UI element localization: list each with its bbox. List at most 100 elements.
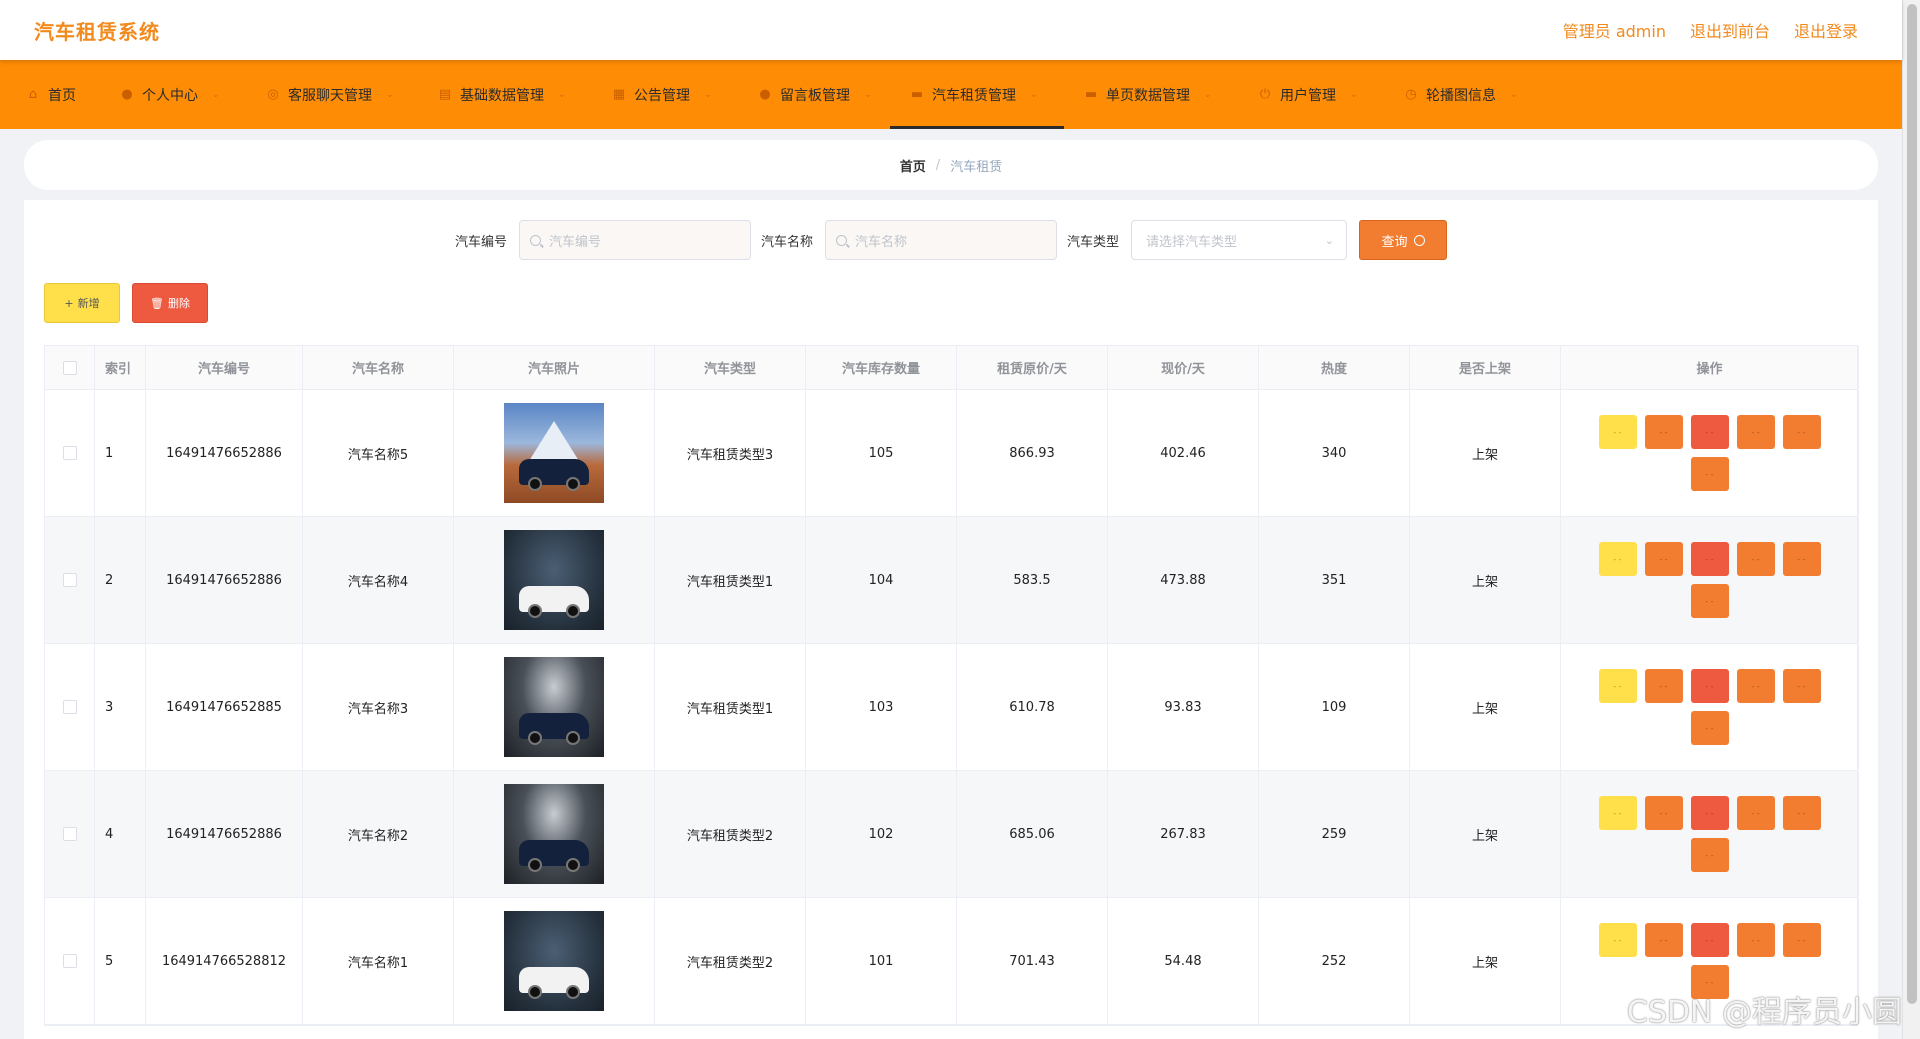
action-button[interactable]: - - [1782, 669, 1821, 703]
nav-item-message-board[interactable]: ● 留言板管理 ⌄ [738, 60, 890, 129]
carousel-icon: ◷ [1405, 87, 1417, 102]
row-checkbox-cell [45, 390, 95, 516]
cell-index: 2 [95, 517, 146, 643]
cell-status: 上架 [1410, 517, 1561, 643]
nav-item-base-data[interactable]: ▤ 基础数据管理 ⌄ [418, 60, 592, 129]
car-photo[interactable] [504, 784, 604, 884]
car-code-input[interactable]: 汽车编号 [518, 220, 751, 260]
cell-name: 汽车名称5 [303, 390, 454, 516]
action-button[interactable]: - - [1782, 923, 1821, 957]
detail-button[interactable]: - - [1598, 415, 1637, 449]
car-type-placeholder: 请选择汽车类型 [1146, 234, 1238, 250]
row-checkbox[interactable] [62, 446, 77, 460]
breadcrumb-home[interactable]: 首页 [900, 156, 926, 175]
search-icon [529, 234, 541, 246]
action-button[interactable]: - - [1736, 415, 1775, 449]
cell-index: 5 [95, 898, 146, 1024]
nav-item-chat[interactable]: ◎ 客服聊天管理 ⌄ [246, 60, 418, 129]
select-all-checkbox[interactable] [62, 360, 77, 375]
cell-current-price: 267.83 [1108, 771, 1259, 897]
breadcrumb: 首页 / 汽车租赁 [24, 140, 1878, 190]
delete-button[interactable]: 🗑 删除 [132, 283, 208, 323]
cell-current-price: 54.48 [1108, 898, 1259, 1024]
action-button[interactable]: - - [1782, 796, 1821, 830]
nav-item-personal[interactable]: ● 个人中心 ⌄ [100, 60, 246, 129]
logout-link[interactable]: 退出登录 [1794, 18, 1858, 42]
action-button[interactable]: - - [1736, 796, 1775, 830]
row-checkbox[interactable] [62, 573, 77, 587]
database-icon: ▤ [438, 87, 452, 102]
edit-button[interactable]: - - [1644, 415, 1683, 449]
app-title: 汽车租赁系统 [34, 19, 160, 44]
chat-icon: ◎ [267, 87, 279, 102]
car-type-select[interactable]: 请选择汽车类型 ⌄ [1131, 220, 1348, 260]
action-button[interactable]: - - [1690, 838, 1729, 872]
cell-photo [454, 898, 655, 1024]
action-button[interactable]: - - [1782, 542, 1821, 576]
row-delete-button[interactable]: - - [1690, 796, 1729, 830]
action-button[interactable]: - - [1690, 457, 1729, 491]
nav-item-car-rental[interactable]: ▬ 汽车租赁管理 ⌄ [890, 60, 1064, 129]
page-scrollbar[interactable] [1902, 0, 1920, 1039]
users-icon: ⏻ [1259, 87, 1271, 102]
row-checkbox[interactable] [62, 954, 77, 968]
cell-name: 汽车名称3 [303, 644, 454, 770]
row-delete-button[interactable]: - - [1690, 923, 1729, 957]
header-heat: 热度 [1259, 346, 1410, 389]
notice-icon: ▦ [612, 87, 626, 102]
nav-item-label: 基础数据管理 [460, 87, 544, 104]
query-button[interactable]: 查询 [1359, 220, 1448, 260]
wheel-shape [528, 858, 542, 872]
action-button[interactable]: - - [1690, 584, 1729, 618]
car-photo[interactable] [504, 403, 604, 503]
page-icon: ▬ [1084, 87, 1098, 102]
nav-item-carousel[interactable]: ◷ 轮播图信息 ⌄ [1384, 60, 1544, 129]
add-button[interactable]: + 新增 [44, 283, 120, 323]
message-icon: ● [759, 87, 771, 102]
wheel-shape [566, 985, 580, 999]
detail-button[interactable]: - - [1598, 796, 1637, 830]
nav-item-single-page[interactable]: ▬ 单页数据管理 ⌄ [1064, 60, 1238, 129]
detail-button[interactable]: - - [1598, 669, 1637, 703]
cell-heat: 259 [1259, 771, 1410, 897]
action-button[interactable]: - - [1782, 415, 1821, 449]
action-button[interactable]: - - [1690, 711, 1729, 745]
table-row: 5 164914766528812 汽车名称1 汽车租赁类型2 101 701.… [45, 898, 1859, 1025]
edit-button[interactable]: - - [1644, 669, 1683, 703]
row-delete-button[interactable]: - - [1690, 415, 1729, 449]
header-type: 汽车类型 [655, 346, 806, 389]
row-delete-button[interactable]: - - [1690, 669, 1729, 703]
row-checkbox[interactable] [62, 827, 77, 841]
nav-item-notice[interactable]: ▦ 公告管理 ⌄ [592, 60, 738, 129]
detail-button[interactable]: - - [1598, 923, 1637, 957]
row-checkbox[interactable] [62, 700, 77, 714]
chevron-down-icon: ⌄ [558, 89, 566, 100]
add-button-label: 新增 [77, 297, 100, 310]
action-button[interactable]: - - [1736, 669, 1775, 703]
action-bar: + 新增 🗑 删除 [44, 283, 208, 323]
search-icon [1413, 234, 1425, 246]
car-photo[interactable] [504, 911, 604, 1011]
cell-operations: - - - - - - - - - - - - [1561, 644, 1859, 770]
nav-item-home[interactable]: ⌂ 首页 [16, 60, 100, 129]
action-button[interactable]: - - [1736, 542, 1775, 576]
action-button[interactable]: - - [1736, 923, 1775, 957]
cell-photo [454, 390, 655, 516]
admin-user-link[interactable]: 管理员 admin [1563, 18, 1666, 42]
nav-item-label: 个人中心 [142, 87, 198, 104]
car-name-input[interactable]: 汽车名称 [825, 220, 1057, 260]
scrollbar-thumb[interactable] [1907, 4, 1917, 1004]
edit-button[interactable]: - - [1644, 542, 1683, 576]
car-photo[interactable] [504, 530, 604, 630]
car-photo[interactable] [504, 657, 604, 757]
row-delete-button[interactable]: - - [1690, 542, 1729, 576]
cell-index: 3 [95, 644, 146, 770]
main-nav: ⌂ 首页 ● 个人中心 ⌄ ◎ 客服聊天管理 ⌄ ▤ 基础数据管理 ⌄ ▦ 公告… [0, 60, 1902, 129]
edit-button[interactable]: - - [1644, 923, 1683, 957]
edit-button[interactable]: - - [1644, 796, 1683, 830]
cell-stock: 101 [806, 898, 957, 1024]
exit-to-frontend-link[interactable]: 退出到前台 [1690, 18, 1770, 42]
detail-button[interactable]: - - [1598, 542, 1637, 576]
nav-item-label: 汽车租赁管理 [932, 87, 1016, 104]
nav-item-users[interactable]: ⏻ 用户管理 ⌄ [1238, 60, 1384, 129]
